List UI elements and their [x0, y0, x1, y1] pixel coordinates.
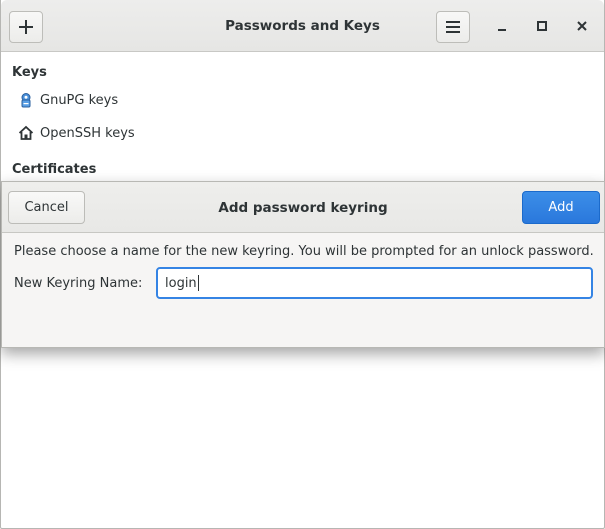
hamburger-menu-icon	[446, 21, 460, 33]
minimize-icon	[498, 29, 506, 31]
add-button[interactable]	[9, 11, 43, 43]
add-keyring-dialog: Cancel Add password keyring Add Please c…	[1, 181, 605, 348]
dialog-title: Add password keyring	[218, 199, 388, 216]
sidebar-item-openssh-keys[interactable]: OpenSSH keys	[17, 122, 135, 144]
maximize-button[interactable]	[530, 14, 554, 38]
dialog-headerbar: Cancel Add password keyring Add	[2, 182, 604, 233]
sidebar-item-label: GnuPG keys	[40, 92, 119, 108]
gnupg-key-icon	[17, 91, 35, 109]
sidebar-item-gnupg-keys[interactable]: GnuPG keys	[17, 89, 118, 111]
close-icon	[577, 21, 587, 31]
keyring-name-label: New Keyring Name:	[14, 276, 143, 291]
sidebar-item-label: OpenSSH keys	[40, 125, 135, 141]
home-icon	[17, 124, 35, 142]
minimize-button[interactable]	[490, 14, 514, 38]
dialog-message: Please choose a name for the new keyring…	[14, 244, 594, 259]
certificates-heading: Certificates	[12, 162, 97, 177]
maximize-icon	[537, 21, 547, 31]
keys-heading: Keys	[12, 65, 47, 80]
text-cursor	[198, 275, 199, 291]
main-menu-button[interactable]	[436, 11, 470, 43]
close-button[interactable]	[570, 14, 594, 38]
window-headerbar: Passwords and Keys	[1, 0, 604, 52]
cancel-button[interactable]: Cancel	[8, 191, 85, 224]
keyring-name-input[interactable]	[156, 267, 593, 299]
add-button[interactable]: Add	[522, 191, 600, 224]
plus-icon	[19, 20, 33, 34]
